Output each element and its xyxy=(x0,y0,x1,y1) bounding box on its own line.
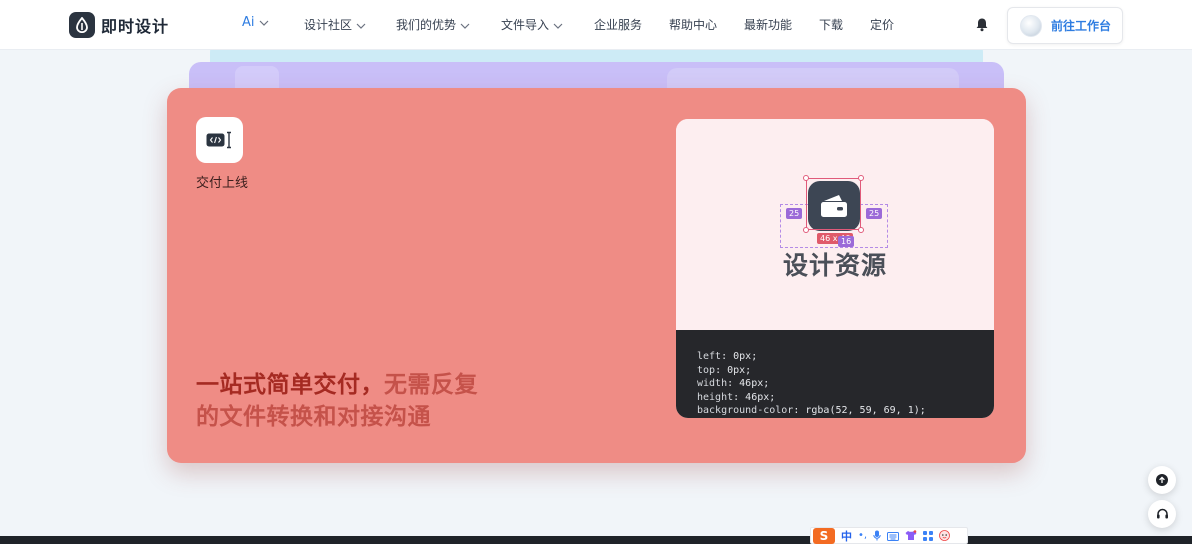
code-value: 0px; xyxy=(727,364,752,376)
resize-handle xyxy=(858,227,864,233)
code-value: 46px; xyxy=(745,391,776,403)
code-value: 0px; xyxy=(733,351,758,362)
apps-grid-icon[interactable] xyxy=(923,526,934,544)
nav-item-pricing[interactable]: 定价 xyxy=(870,16,894,33)
headset-icon xyxy=(1156,505,1169,524)
code-key: top xyxy=(697,364,716,376)
nav-item-help-center[interactable]: 帮助中心 xyxy=(669,16,717,33)
nav-label: 我们的优势 xyxy=(396,18,457,32)
measure-right: 25 xyxy=(866,208,883,219)
skin-shirt-icon[interactable] xyxy=(905,526,917,544)
headline-soft-1: 无需反复 xyxy=(384,372,478,398)
bell-icon[interactable] xyxy=(975,17,989,36)
code-key: width xyxy=(697,378,728,390)
nav-label: 文件导入 xyxy=(501,18,550,32)
nav-item-download[interactable]: 下载 xyxy=(819,16,843,33)
selection-box xyxy=(806,178,861,230)
nav-label: 设计社区 xyxy=(304,18,353,32)
nav-item-advantages[interactable]: 我们的优势 xyxy=(396,16,470,33)
preview-canvas: 25 25 46 x 46 16 设计资源 xyxy=(676,119,994,330)
workbench-label: 前往工作台 xyxy=(1051,19,1112,33)
resource-title: 设计资源 xyxy=(782,251,887,280)
ime-toolbar[interactable]: S 中 •, xyxy=(810,527,968,544)
code-value: 46px; xyxy=(739,378,770,390)
ime-punctuation-toggle[interactable]: •, xyxy=(858,530,867,541)
chevron-down-icon xyxy=(460,18,470,32)
back-to-top-button[interactable] xyxy=(1148,466,1176,494)
ime-logo[interactable]: S xyxy=(813,527,835,544)
chevron-down-icon xyxy=(259,15,269,30)
keyboard-icon[interactable] xyxy=(887,526,900,544)
nav-item-enterprise[interactable]: 企业服务 xyxy=(594,16,642,33)
code-cursor-icon xyxy=(196,117,243,163)
resize-handle xyxy=(803,227,809,233)
resize-handle xyxy=(858,175,864,181)
delivery-feature-card: 交付上线 一站式简单交付，无需反复 的文件转换和对接沟通 25 25 46 x … xyxy=(167,88,1026,463)
mascot-icon[interactable] xyxy=(939,526,950,544)
customer-support-button[interactable] xyxy=(1148,500,1176,528)
headline-strong: 一站式简单交付， xyxy=(196,372,384,398)
nav-item-ai[interactable]: Ai xyxy=(242,15,269,30)
code-value: rgba(52, 59, 69, 1); xyxy=(805,405,926,417)
code-inspect-preview: 25 25 46 x 46 16 设计资源 left: 0px; top: 0p… xyxy=(676,119,994,418)
arrow-up-icon xyxy=(1156,471,1168,490)
ime-mode-toggle[interactable]: 中 xyxy=(841,528,852,544)
feature-label: 交付上线 xyxy=(196,176,249,191)
code-key: height xyxy=(697,391,734,403)
top-navigation-bar: 即时设计 Ai 设计社区 我们的优势 文件导入 企业服务 帮助中心 最新功能 下… xyxy=(0,0,1192,50)
headline-soft-2: 的文件转换和对接沟通 xyxy=(196,404,431,430)
avatar xyxy=(1020,14,1042,37)
code-key: background-color xyxy=(697,405,794,417)
code-key: left xyxy=(697,351,722,362)
chevron-down-icon xyxy=(356,18,366,32)
css-code-block: left: 0px; top: 0px; width: 46px; height… xyxy=(676,330,994,418)
nav-item-design-community[interactable]: 设计社区 xyxy=(304,16,366,33)
measure-left: 25 xyxy=(786,208,803,219)
nav-item-new-features[interactable]: 最新功能 xyxy=(744,16,792,33)
resize-handle xyxy=(803,175,809,181)
chevron-down-icon xyxy=(553,18,563,32)
feature-headline: 一站式简单交付，无需反复 的文件转换和对接沟通 xyxy=(196,369,556,433)
go-to-workbench-button[interactable]: 前往工作台 xyxy=(1007,7,1123,44)
footer-edge xyxy=(0,536,1192,544)
microphone-icon[interactable] xyxy=(873,526,881,544)
nav-ai-label: Ai xyxy=(242,15,255,30)
nav-item-file-import[interactable]: 文件导入 xyxy=(501,16,563,33)
